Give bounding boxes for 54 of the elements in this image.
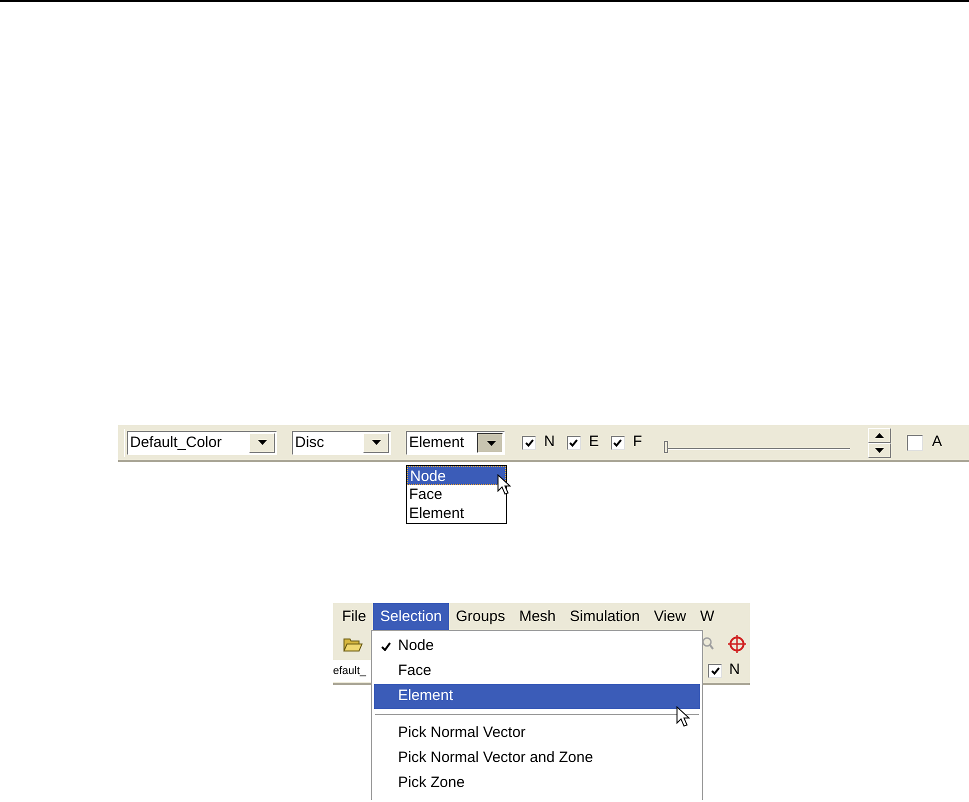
combo-value: Default_Color <box>129 432 223 452</box>
menu-item-label: Pick Normal Vector and Zone <box>398 748 594 768</box>
checkbox[interactable] <box>522 436 536 450</box>
cursor-icon <box>676 706 690 728</box>
menu-item[interactable]: Pick Zone <box>374 771 700 796</box>
combo-box[interactable]: Default_Color <box>127 430 277 454</box>
combo-value: Disc <box>294 432 326 452</box>
combo-value: Element <box>408 432 466 452</box>
checkmark-icon <box>381 642 391 651</box>
menu-title[interactable]: Selection <box>373 603 449 630</box>
menu-item-label: Face <box>398 661 432 682</box>
up-arrow-icon <box>875 432 884 438</box>
dropdown-button[interactable] <box>477 432 503 452</box>
menu-item-label: Element <box>398 686 454 706</box>
menu-title[interactable]: W <box>693 603 722 630</box>
dropdown-option[interactable]: Node <box>407 466 506 484</box>
combo-field[interactable]: efault_ <box>333 660 371 682</box>
menu-item-label: Pick Normal Vector <box>398 723 526 744</box>
menu-item-label: Pick Zone <box>398 773 465 794</box>
folder-icon[interactable] <box>343 636 363 652</box>
checkmark-icon <box>569 438 578 446</box>
combo-box[interactable]: Disc <box>292 430 391 454</box>
checkmark-icon <box>710 666 720 674</box>
menu-item[interactable]: Face <box>374 659 700 684</box>
crosshair-icon[interactable] <box>728 635 746 653</box>
down-arrow-icon <box>372 440 380 445</box>
checkbox-label: N <box>729 660 740 680</box>
checkmark-icon <box>613 438 622 446</box>
down-arrow-icon <box>486 441 496 446</box>
menu-item[interactable]: Pick Normal Vector and Zone <box>374 746 700 771</box>
menu-item[interactable]: Node <box>374 634 700 659</box>
checkbox-label: N <box>544 432 555 452</box>
checkbox[interactable] <box>907 434 924 450</box>
spin-up-button[interactable] <box>868 428 892 442</box>
checkbox-label: A <box>932 432 942 452</box>
menu-title[interactable]: File <box>335 603 374 630</box>
down-arrow-icon <box>875 448 884 452</box>
down-arrow-icon <box>258 440 266 445</box>
checkmark-icon <box>524 438 534 446</box>
checkbox[interactable] <box>610 436 625 450</box>
dropdown-option[interactable]: Element <box>407 504 506 522</box>
spin-down-button[interactable] <box>868 442 892 458</box>
menu-item[interactable]: Element <box>374 684 700 709</box>
checkbox[interactable] <box>708 664 722 678</box>
menu-item-label: Node <box>398 636 434 656</box>
menu-title[interactable]: Mesh <box>512 603 563 630</box>
menu-title[interactable]: View <box>646 603 694 630</box>
checkbox-label: E <box>588 432 599 452</box>
checkbox[interactable] <box>566 436 581 450</box>
slider-thumb[interactable] <box>664 440 668 452</box>
checkbox-label: F <box>632 432 642 452</box>
menu-item[interactable]: Pick Normal Vector <box>374 721 700 746</box>
menu-title[interactable]: Simulation <box>562 603 647 630</box>
menu-title[interactable]: Groups <box>448 603 512 630</box>
